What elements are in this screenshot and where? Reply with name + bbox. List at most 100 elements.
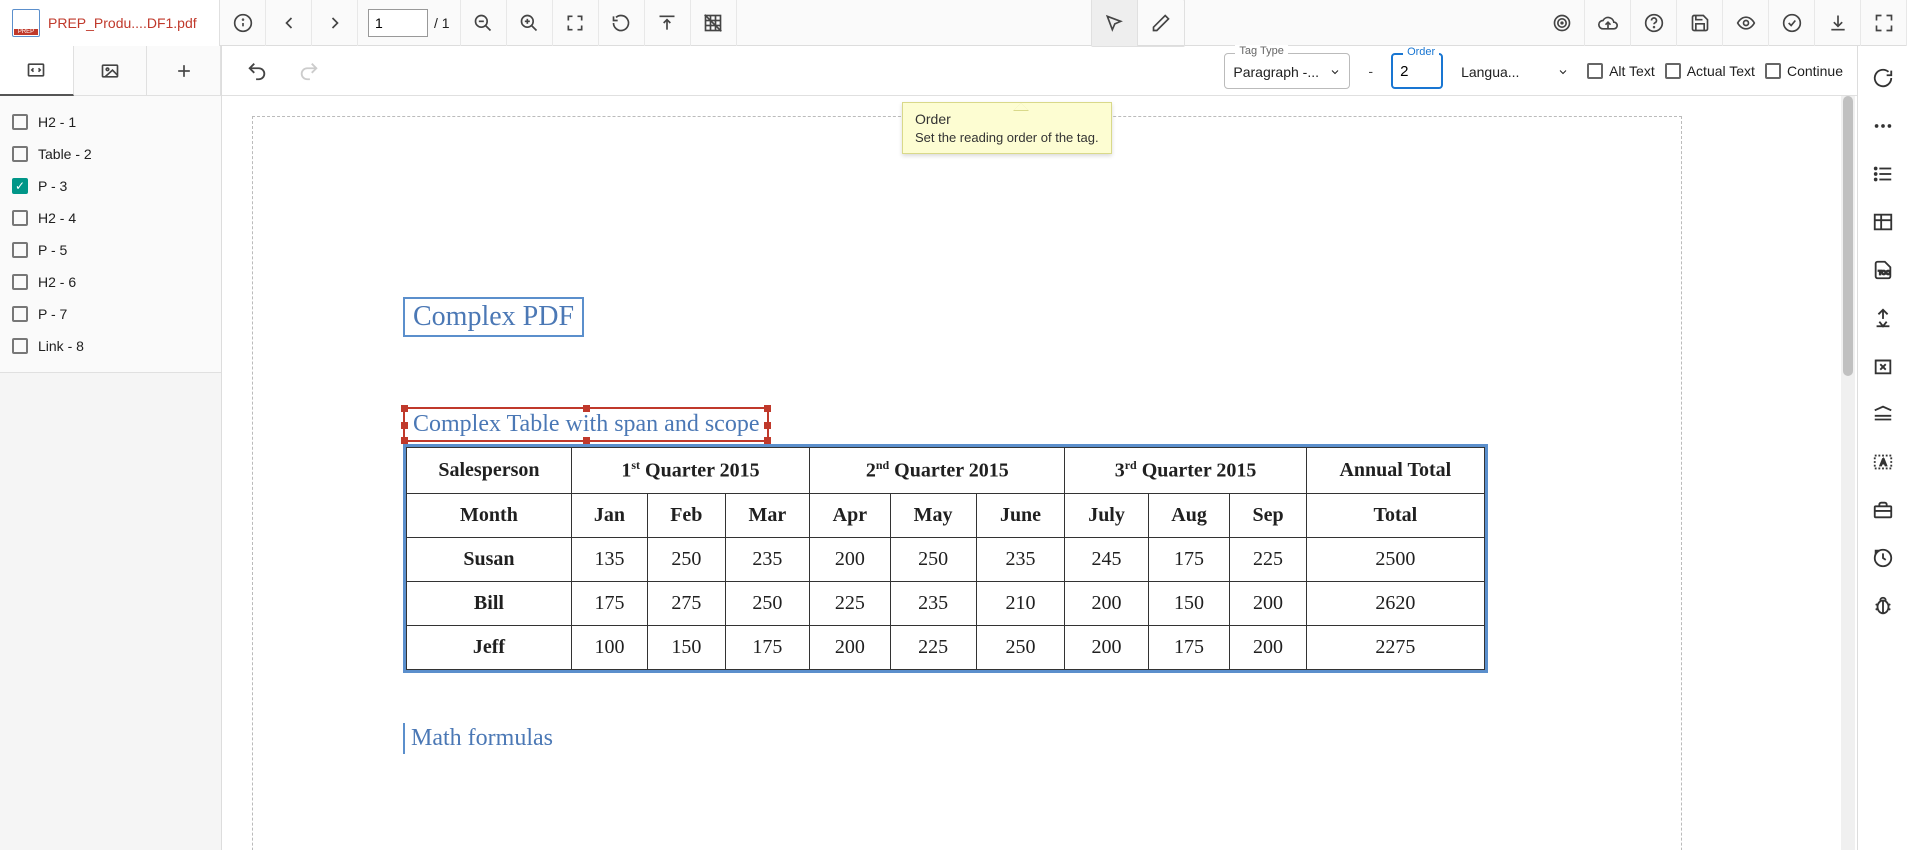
language-value: Langua... bbox=[1461, 64, 1551, 80]
tag-item[interactable]: P - 3 bbox=[6, 170, 215, 202]
continue-checkbox[interactable]: Continue bbox=[1765, 63, 1843, 79]
alt-text-checkbox[interactable]: Alt Text bbox=[1587, 63, 1655, 79]
edit-tool-button[interactable] bbox=[1138, 0, 1184, 46]
tag-item[interactable]: H2 - 4 bbox=[6, 202, 215, 234]
tag-type-legend: Tag Type bbox=[1235, 45, 1287, 57]
redo-button[interactable] bbox=[288, 50, 330, 92]
target-icon[interactable] bbox=[1539, 0, 1585, 46]
download-icon[interactable] bbox=[1815, 0, 1861, 46]
prev-page-button[interactable] bbox=[266, 0, 312, 46]
zoom-in-button[interactable] bbox=[507, 0, 553, 46]
continue-label: Continue bbox=[1787, 63, 1843, 79]
checkbox-icon[interactable] bbox=[12, 114, 28, 130]
tag-item[interactable]: Link - 8 bbox=[6, 330, 215, 362]
selected-caption-box[interactable]: Complex Table with span and scope bbox=[403, 407, 769, 442]
complex-table[interactable]: Salesperson1st Quarter 20152nd Quarter 2… bbox=[403, 444, 1488, 673]
tag-list: H2 - 1 Table - 2 P - 3 H2 - 4 P - 5 H2 - 6 P -… bbox=[0, 96, 221, 372]
right-rail: TOC A bbox=[1857, 46, 1907, 850]
eye-icon[interactable] bbox=[1723, 0, 1769, 46]
grid-off-button[interactable] bbox=[691, 0, 737, 46]
toolbox-icon[interactable] bbox=[1863, 488, 1903, 532]
check-circle-icon[interactable] bbox=[1769, 0, 1815, 46]
main-area: H2 - 1 Table - 2 P - 3 H2 - 4 P - 5 H2 - 6 P -… bbox=[0, 46, 1907, 850]
fit-page-button[interactable] bbox=[553, 0, 599, 46]
toc-icon[interactable]: TOC bbox=[1863, 248, 1903, 292]
vertical-scrollbar[interactable] bbox=[1841, 96, 1855, 850]
svg-text:TOC: TOC bbox=[1878, 271, 1890, 277]
page-total-label: / 1 bbox=[434, 15, 450, 31]
tag-label: P - 7 bbox=[38, 306, 67, 322]
save-icon[interactable] bbox=[1677, 0, 1723, 46]
align-top-button[interactable] bbox=[645, 0, 691, 46]
scroll-thumb[interactable] bbox=[1843, 96, 1853, 376]
text-box-icon[interactable]: A bbox=[1863, 440, 1903, 484]
checkbox-icon[interactable] bbox=[12, 210, 28, 226]
tag-label: P - 5 bbox=[38, 242, 67, 258]
add-tab[interactable] bbox=[147, 46, 221, 96]
tag-type-value: Paragraph -... bbox=[1233, 64, 1323, 80]
merge-icon[interactable] bbox=[1863, 296, 1903, 340]
top-toolbar: PREP_Produ....DF1.pdf / 1 bbox=[0, 0, 1907, 46]
bug-icon[interactable] bbox=[1863, 584, 1903, 628]
info-icon[interactable] bbox=[220, 0, 266, 46]
document-tab-label: PREP_Produ....DF1.pdf bbox=[48, 15, 197, 31]
cloud-upload-icon[interactable] bbox=[1585, 0, 1631, 46]
tag-item[interactable]: P - 7 bbox=[6, 298, 215, 330]
checkbox-icon[interactable] bbox=[12, 242, 28, 258]
checkbox-icon[interactable] bbox=[12, 274, 28, 290]
actual-text-label: Actual Text bbox=[1687, 63, 1755, 79]
refresh-icon[interactable] bbox=[1863, 56, 1903, 100]
tag-label: Link - 8 bbox=[38, 338, 84, 354]
rotate-button[interactable] bbox=[599, 0, 645, 46]
tooltip-title: Order bbox=[915, 111, 1099, 127]
page-indicator: / 1 bbox=[358, 0, 461, 46]
order-input[interactable] bbox=[1400, 63, 1434, 80]
list-icon[interactable] bbox=[1863, 152, 1903, 196]
select-tool-button[interactable] bbox=[1092, 0, 1138, 46]
tag-item[interactable]: H2 - 6 bbox=[6, 266, 215, 298]
order-input-group[interactable]: Order bbox=[1391, 53, 1443, 89]
tag-item[interactable]: P - 5 bbox=[6, 234, 215, 266]
tooltip-body: Set the reading order of the tag. bbox=[915, 130, 1099, 145]
more-icon[interactable] bbox=[1863, 104, 1903, 148]
undo-button[interactable] bbox=[236, 50, 278, 92]
checkbox-icon[interactable] bbox=[12, 338, 28, 354]
image-tab[interactable] bbox=[74, 46, 148, 96]
tag-item[interactable]: Table - 2 bbox=[6, 138, 215, 170]
checkbox-icon[interactable] bbox=[12, 306, 28, 322]
checkbox-icon[interactable] bbox=[12, 178, 28, 194]
order-tooltip: Order Set the reading order of the tag. bbox=[902, 102, 1112, 154]
scan-icon[interactable] bbox=[1863, 392, 1903, 436]
next-page-button[interactable] bbox=[312, 0, 358, 46]
actual-text-checkbox[interactable]: Actual Text bbox=[1665, 63, 1755, 79]
page-number-input[interactable] bbox=[368, 9, 428, 37]
pdf-page[interactable]: Complex PDF Complex Table with span and … bbox=[252, 116, 1682, 850]
order-legend: Order bbox=[1403, 46, 1439, 58]
doc-title: Complex PDF bbox=[413, 301, 574, 332]
chevron-down-icon bbox=[1557, 66, 1569, 78]
math-title: Math formulas bbox=[411, 725, 553, 751]
tag-label: P - 3 bbox=[38, 178, 67, 194]
dash-separator: - bbox=[1360, 63, 1381, 79]
document-icon bbox=[12, 9, 40, 37]
table-caption: Complex Table with span and scope bbox=[413, 411, 759, 437]
tag-item[interactable]: H2 - 1 bbox=[6, 106, 215, 138]
help-icon[interactable] bbox=[1631, 0, 1677, 46]
left-panel: H2 - 1 Table - 2 P - 3 H2 - 4 P - 5 H2 - 6 P -… bbox=[0, 46, 222, 850]
canvas-scroll[interactable]: Complex PDF Complex Table with span and … bbox=[222, 96, 1857, 850]
zoom-out-button[interactable] bbox=[461, 0, 507, 46]
center-panel: Tag Type Paragraph -... - Order Langua..… bbox=[222, 46, 1857, 850]
math-title-box[interactable]: Math formulas bbox=[403, 723, 561, 754]
tag-type-select[interactable]: Tag Type Paragraph -... bbox=[1224, 53, 1350, 89]
left-panel-spacer bbox=[0, 372, 221, 850]
tag-label: Table - 2 bbox=[38, 146, 92, 162]
table-icon[interactable] bbox=[1863, 200, 1903, 244]
delete-box-icon[interactable] bbox=[1863, 344, 1903, 388]
doc-title-box[interactable]: Complex PDF bbox=[403, 297, 584, 337]
fullscreen-icon[interactable] bbox=[1861, 0, 1907, 46]
checkbox-icon[interactable] bbox=[12, 146, 28, 162]
code-tab[interactable] bbox=[0, 46, 74, 96]
language-select[interactable]: Langua... bbox=[1453, 53, 1577, 89]
replay-icon[interactable] bbox=[1863, 536, 1903, 580]
document-tab[interactable]: PREP_Produ....DF1.pdf bbox=[0, 0, 220, 46]
